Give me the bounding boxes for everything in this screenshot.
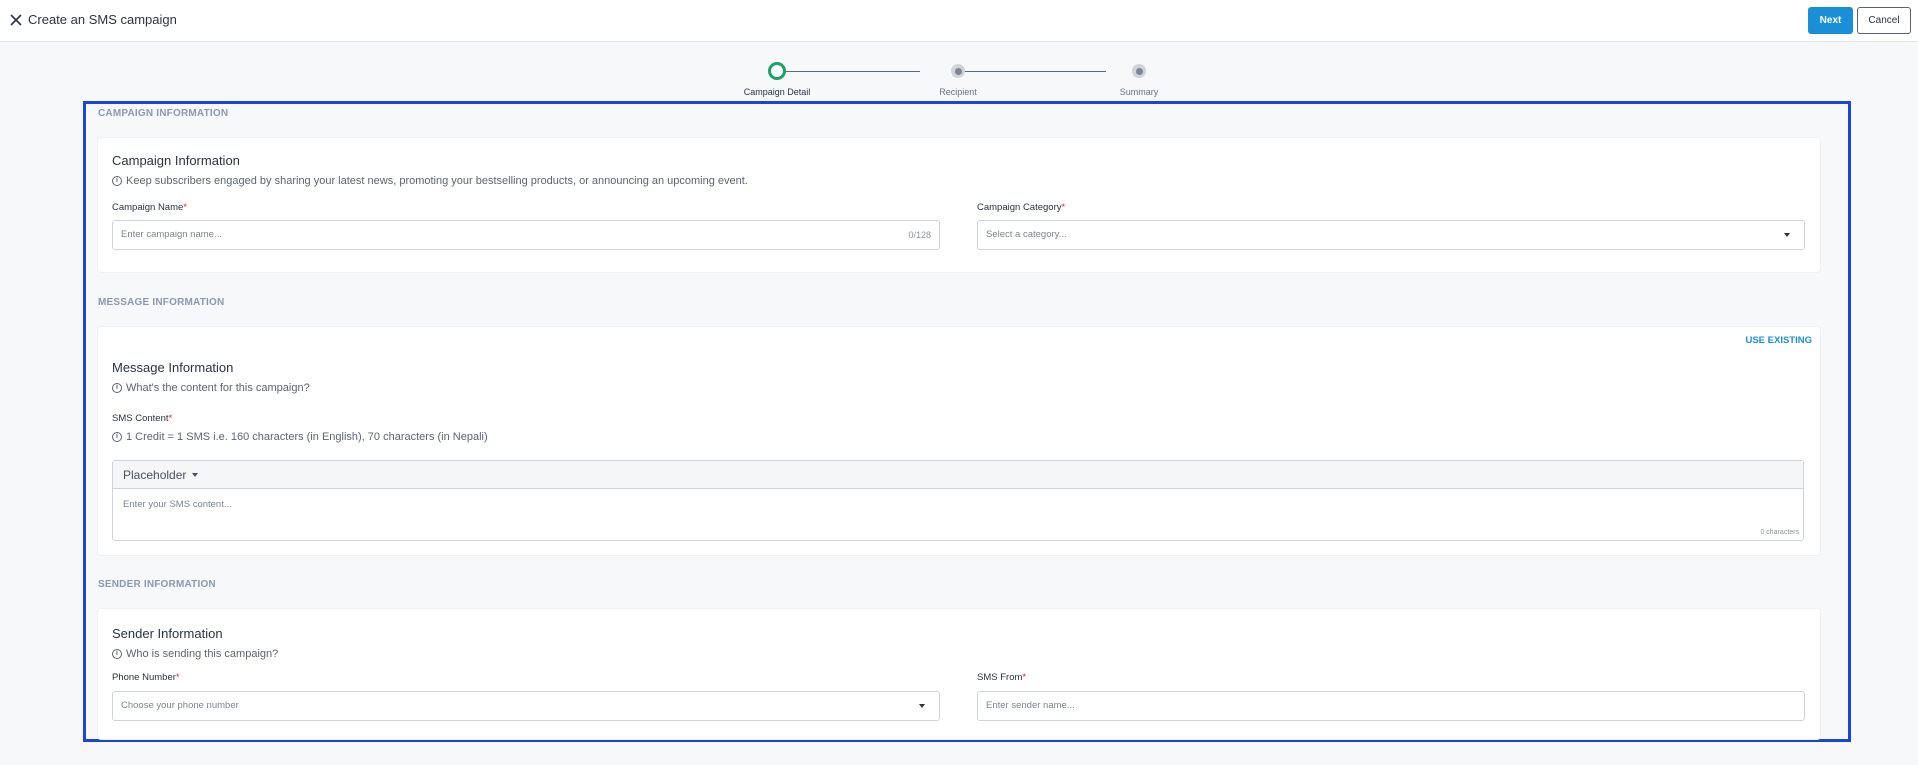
cancel-button[interactable]: Cancel [1857,7,1911,34]
step-label: Summary [1119,87,1159,97]
required-mark: * [1061,202,1066,213]
label-text: SMS Content [112,413,169,424]
use-existing-link[interactable]: USE EXISTING [1745,335,1812,346]
required-mark: * [183,202,187,213]
label-text: Phone Number [112,672,176,683]
placeholder-dropdown[interactable]: Placeholder [123,468,199,482]
sms-content-textarea[interactable]: Enter your SMS content... [123,499,232,510]
editor-toolbar: Placeholder [113,461,1803,489]
progress-stepper: Campaign Detail Recipient Summary [740,60,1160,102]
campaign-info-card: Campaign Information i Keep subscribers … [98,138,1820,272]
required-mark: * [168,413,173,424]
card-subtitle: i What's the content for this campaign? [112,382,310,394]
sms-hint: i 1 Credit = 1 SMS i.e. 160 characters (… [112,431,488,443]
card-title: Message Information [112,360,234,375]
info-icon: i [112,176,122,186]
step-connector [778,71,920,72]
section-title-sender: SENDER INFORMATION [98,579,216,590]
placeholder-text: Enter sender name... [986,700,1075,711]
placeholder-text: Enter campaign name... [121,229,222,240]
sms-from-input[interactable]: Enter sender name... [977,691,1805,721]
top-bar: Create an SMS campaign Next Cancel [0,0,1918,42]
char-count: 0 characters [1760,529,1799,536]
label-text: Campaign Name [112,202,184,213]
placeholder-text: Choose your phone number [121,700,239,711]
step-recipient-indicator[interactable] [951,64,965,78]
sms-from-label: SMS From* [977,672,1026,683]
card-subtitle: i Keep subscribers engaged by sharing yo… [112,175,748,187]
section-title-campaign: CAMPAIGN INFORMATION [98,108,229,119]
required-mark: * [175,672,180,683]
phone-number-label: Phone Number* [112,672,180,683]
chevron-down-icon [1784,233,1790,237]
label-text: Campaign Category [977,202,1062,213]
char-counter: 0/128 [908,230,931,240]
campaign-name-input[interactable]: Enter campaign name... 0/128 [112,220,940,250]
next-button[interactable]: Next [1808,7,1853,34]
hint-text: 1 Credit = 1 SMS i.e. 160 characters (in… [126,431,488,443]
info-icon: i [112,432,122,442]
campaign-name-label: Campaign Name* [112,202,187,213]
page-title: Create an SMS campaign [28,12,177,27]
close-icon[interactable] [8,12,24,28]
card-title: Sender Information [112,626,223,641]
required-mark: * [1022,672,1027,683]
chevron-down-icon [919,704,925,708]
dropdown-label: Placeholder [123,468,187,482]
step-summary-indicator[interactable] [1132,64,1146,78]
step-connector [958,71,1106,72]
step-label: Campaign Detail [743,87,811,97]
subtitle-text: What's the content for this campaign? [126,382,310,394]
label-text: SMS From [977,672,1023,683]
sender-info-card: Sender Information i Who is sending this… [98,609,1820,739]
step-label: Recipient [939,87,977,97]
placeholder-text: Select a category... [986,229,1067,240]
chevron-down-icon [192,473,199,477]
phone-number-select[interactable]: Choose your phone number [112,691,940,721]
step-campaign-detail-indicator[interactable] [768,62,786,80]
section-title-message: MESSAGE INFORMATION [98,297,225,308]
info-icon: i [112,649,122,659]
sms-content-label: SMS Content* [112,413,172,424]
subtitle-text: Keep subscribers engaged by sharing your… [126,175,748,187]
subtitle-text: Who is sending this campaign? [126,648,279,660]
card-title: Campaign Information [112,153,240,168]
campaign-category-label: Campaign Category* [977,202,1065,213]
info-icon: i [112,383,122,393]
sms-editor: Placeholder Enter your SMS content... 0 … [112,460,1804,541]
card-subtitle: i Who is sending this campaign? [112,648,278,660]
campaign-category-select[interactable]: Select a category... [977,220,1805,250]
message-info-card: USE EXISTING Message Information i What'… [98,327,1820,555]
